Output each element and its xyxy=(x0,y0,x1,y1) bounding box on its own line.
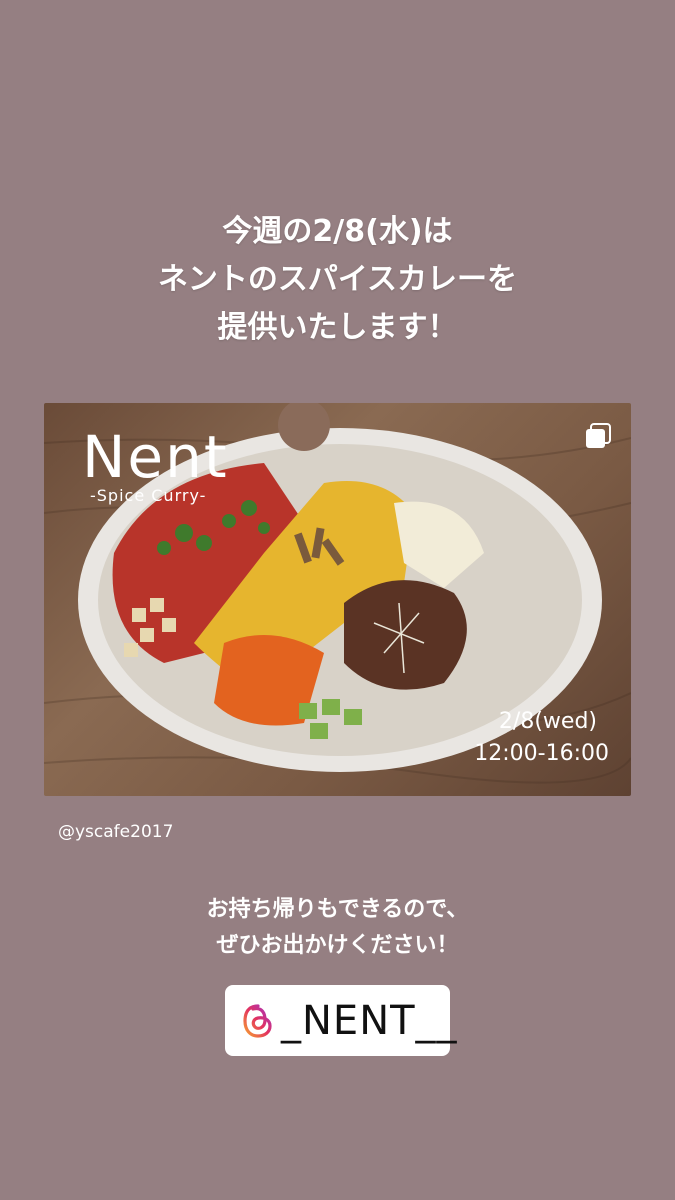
event-date: 2/8(wed) xyxy=(498,709,597,734)
threads-icon xyxy=(239,1002,277,1040)
headline-line-2: ネントのスパイスカレーを xyxy=(157,262,518,297)
event-time: 12:00-16:00 xyxy=(474,741,609,766)
shared-post-card[interactable]: Nent -Spice Curry- 2/8(wed) 12:00-16:00 xyxy=(44,403,631,796)
post-author-username[interactable]: @yscafe2017 xyxy=(58,822,173,842)
story-subline: お持ち帰りもできるので、 ぜひお出かけください！ xyxy=(0,892,675,964)
mention-sticker[interactable]: _NENT__ xyxy=(225,985,457,1056)
story-headline: 今週の2/8(水)は ネントのスパイスカレーを 提供いたします！ xyxy=(0,208,675,352)
brand-subtitle: -Spice Curry- xyxy=(90,486,207,505)
headline-line-3: 提供いたします！ xyxy=(217,310,458,345)
subline-line-2: ぜひお出かけください！ xyxy=(216,933,459,958)
mention-handle: _NENT__ xyxy=(281,997,458,1044)
subline-line-1: お持ち帰りもできるので、 xyxy=(206,897,469,922)
brand-logo-text: Nent xyxy=(82,423,229,491)
headline-line-1: 今週の2/8(水)は xyxy=(222,214,453,249)
multiple-posts-icon xyxy=(585,423,611,449)
